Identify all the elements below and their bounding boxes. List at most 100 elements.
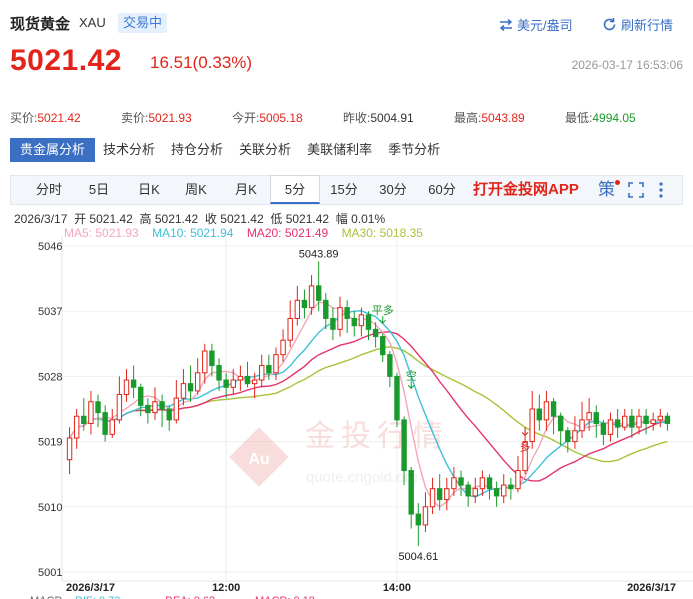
candle-body xyxy=(586,412,592,421)
quote-header: 现货黄金 XAU 交易中 美元/盎司 刷新行情 xyxy=(0,0,693,44)
candle-body xyxy=(600,422,607,435)
candle-body xyxy=(493,488,500,497)
more-menu-icon[interactable] xyxy=(659,176,663,204)
candle-body xyxy=(451,477,457,490)
candle-body xyxy=(358,314,365,327)
candle-body xyxy=(230,379,236,388)
signal-label: 空 xyxy=(406,368,417,382)
candle-body xyxy=(73,415,80,439)
candle-body xyxy=(123,379,130,396)
candle-body xyxy=(187,383,194,392)
candle-body xyxy=(380,336,386,356)
fullscreen-icon[interactable] xyxy=(628,176,644,204)
analysis-tabs: 贵金属分析 技术分析 持仓分析 关联分析 美联储利率 季节分析 xyxy=(10,138,448,162)
ma20-line xyxy=(69,331,668,482)
candle-body xyxy=(280,339,286,356)
tab-weekly-k[interactable]: 周K xyxy=(172,176,220,204)
candle-body xyxy=(536,408,543,421)
candle-body xyxy=(458,477,464,486)
candle-body xyxy=(323,299,329,319)
tab-daily-k[interactable]: 日K xyxy=(125,176,173,204)
candle-body xyxy=(237,375,244,381)
candle-body xyxy=(259,365,265,381)
tab-monthly-k[interactable]: 月K xyxy=(222,176,270,204)
candle-body xyxy=(572,430,578,443)
candle-info: 2026/3/17 开 5021.42 高 5021.42 收 5021.42 … xyxy=(14,212,386,226)
refresh-icon xyxy=(603,18,616,31)
candle-body xyxy=(565,430,571,443)
candle-body xyxy=(344,307,350,319)
candle-body xyxy=(301,299,308,309)
candle-body xyxy=(643,415,649,424)
tab-precious-metal[interactable]: 贵金属分析 xyxy=(10,138,96,162)
strategy-button[interactable]: 策 xyxy=(598,176,620,204)
price-change: 16.51(0.33%) xyxy=(150,53,253,72)
tab-technical[interactable]: 技术分析 xyxy=(95,138,163,162)
candle-body xyxy=(266,365,272,374)
extreme-value-label: 5043.89 xyxy=(299,248,339,260)
y-tick-label: 5001 xyxy=(38,567,62,579)
period-tabs: 分时 5日 日K 周K 月K 5分 15分 30分 60分 打开金投网APP 策 xyxy=(10,175,683,205)
candle-body xyxy=(152,401,158,414)
candle-body xyxy=(166,408,172,421)
candle-body xyxy=(145,404,151,414)
tab-seasonal[interactable]: 季节分析 xyxy=(380,138,448,162)
y-tick-label: 5019 xyxy=(38,437,62,449)
quote-timestamp: 2026-03-17 16:53:06 xyxy=(571,58,683,72)
candle-body xyxy=(422,506,429,526)
candle-body xyxy=(486,477,493,490)
signal-label: 平多 xyxy=(372,303,394,317)
x-tick-label: 12:00 xyxy=(212,582,240,594)
tab-15min[interactable]: 15分 xyxy=(322,176,366,204)
candle-body xyxy=(622,415,628,428)
candle-body xyxy=(415,513,422,526)
candlestick-chart[interactable]: 5046 5037 5028 5019 5010 5001 Au 金投行情 quote.cngo… xyxy=(0,236,693,599)
tab-correlation[interactable]: 关联分析 xyxy=(231,138,299,162)
watermark-url: quote.cngold.org xyxy=(306,469,418,486)
high-price: 最高:5043.89 xyxy=(454,111,525,125)
candle-body xyxy=(593,412,599,424)
y-tick-label: 5028 xyxy=(38,371,62,383)
candle-body xyxy=(287,317,293,341)
refresh-button[interactable]: 刷新行情 xyxy=(602,15,673,34)
signal-label: 多 xyxy=(520,439,531,453)
candle-body xyxy=(372,328,379,338)
candle-body xyxy=(159,401,165,410)
last-price: 5021.42 xyxy=(10,44,122,77)
candle-body xyxy=(629,415,635,428)
refresh-button-label: 刷新行情 xyxy=(621,18,674,33)
candle-body xyxy=(138,386,144,406)
tab-timeshare[interactable]: 分时 xyxy=(25,176,73,204)
tab-60min[interactable]: 60分 xyxy=(420,176,464,204)
candle-body xyxy=(216,365,222,381)
candle-body xyxy=(337,307,343,330)
candle-body xyxy=(607,419,614,435)
candle-body xyxy=(472,488,478,497)
candle-body xyxy=(330,317,336,330)
tab-5day[interactable]: 5日 xyxy=(75,176,123,204)
candle-body xyxy=(543,401,550,421)
candle-body xyxy=(508,484,514,490)
unit-button[interactable]: 美元/盎司 xyxy=(499,15,573,34)
macd-legend-label: DIF: 0.72 xyxy=(75,595,120,599)
candle-body xyxy=(180,383,187,399)
candle-body xyxy=(515,470,521,490)
candle-body xyxy=(130,379,137,388)
y-tick-label: 5046 xyxy=(38,241,62,253)
tab-position[interactable]: 持仓分析 xyxy=(163,138,231,162)
candle-body xyxy=(294,299,301,319)
signal-arrow-icon xyxy=(521,428,529,437)
tab-5min[interactable]: 5分 xyxy=(270,175,320,204)
new-dot-icon xyxy=(615,180,620,185)
x-tick-label: 2026/3/17 xyxy=(627,582,676,594)
candle-body xyxy=(394,375,400,421)
candle-body xyxy=(479,477,486,490)
candle-body xyxy=(251,379,258,385)
candle-body xyxy=(315,285,322,301)
macd-legend-label: MACD: 0.18 xyxy=(255,595,315,599)
open-app-link[interactable]: 打开金投网APP xyxy=(473,176,579,204)
tab-fed-rate[interactable]: 美联储利率 xyxy=(299,138,380,162)
x-tick-label: 14:00 xyxy=(383,582,411,594)
tab-30min[interactable]: 30分 xyxy=(371,176,415,204)
candle-body xyxy=(244,375,251,385)
